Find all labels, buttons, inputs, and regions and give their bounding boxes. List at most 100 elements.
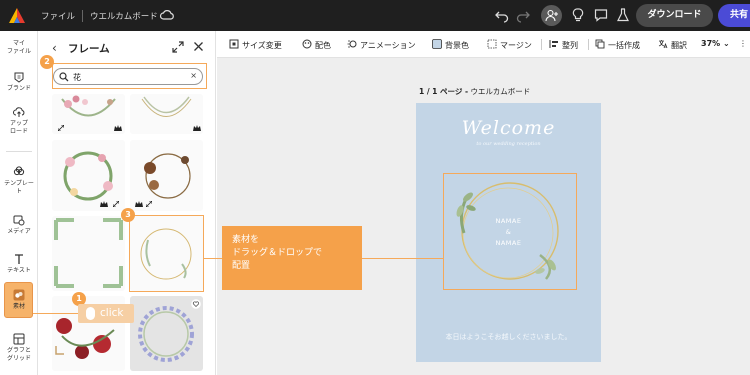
footer-message[interactable]: 本日はようこそお越しくださいました。 (416, 332, 601, 342)
frame-thumbnail[interactable] (52, 94, 125, 134)
divider (82, 10, 83, 22)
frame-thumbnail[interactable] (52, 216, 125, 291)
adobe-express-logo[interactable] (9, 8, 25, 23)
step-3-badge: 3 (121, 208, 135, 222)
rail-divider (6, 151, 32, 152)
invite-user-button[interactable] (541, 5, 562, 26)
bulk-create-tool[interactable]: 一括作成 (595, 39, 640, 51)
connector-line (362, 258, 443, 259)
callout-line: 素材を (232, 235, 260, 245)
instruction-callout: 素材を ドラッグ＆ドロップで 配置 (222, 226, 362, 290)
brand-icon (14, 72, 24, 83)
design-toolbar: サイズ変更 配色 アニメーション 背景色 マージン 整列 一括作成 翻訳 37%… (217, 31, 750, 58)
redo-icon[interactable] (515, 7, 531, 23)
expand-icon[interactable] (172, 41, 184, 53)
resize-label: サイズ変更 (242, 41, 282, 50)
cloud-icon (159, 7, 175, 23)
zoom-dropdown[interactable]: 37% ⌄ (701, 39, 730, 48)
animation-label: アニメーション (360, 41, 416, 50)
margin-tool[interactable]: マージン (487, 39, 532, 51)
align-icon (549, 40, 558, 48)
rail-label: マイ (12, 40, 25, 47)
animation-tool[interactable]: アニメーション (347, 39, 416, 51)
rail-label: ファイル (6, 48, 31, 55)
page-name: ウエルカムボード (470, 87, 531, 96)
translate-tool[interactable]: 翻訳 (658, 39, 687, 51)
file-menu[interactable]: ファイル (41, 10, 75, 22)
document-title[interactable]: ウエルカムボード (90, 10, 158, 22)
comment-icon[interactable] (593, 7, 609, 23)
chevron-down-icon: ⌄ (722, 39, 730, 48)
resize-icon (229, 39, 239, 49)
toolbar-divider (541, 39, 542, 50)
grid-icon (13, 333, 25, 345)
rail-label: グラフと (6, 347, 31, 354)
background-color-icon (432, 39, 442, 49)
share-button[interactable]: 共有 (718, 4, 750, 27)
click-indicator: click (78, 304, 134, 323)
background-tool[interactable]: 背景色 (432, 39, 469, 51)
back-arrow-icon[interactable]: ‹ (52, 41, 57, 55)
rail-item-text[interactable]: テキスト (0, 253, 38, 275)
rail-item-upload[interactable]: アップ ロード (0, 106, 38, 136)
welcome-heading[interactable]: Welcome (416, 117, 601, 139)
translate-icon (658, 40, 668, 49)
rail-label: 素材 (12, 303, 25, 310)
callout-line: 配置 (232, 261, 251, 271)
flask-icon[interactable] (615, 7, 631, 23)
rail-item-brand[interactable]: ブランド (0, 71, 38, 93)
subtitle-text[interactable]: to our wedding reception (416, 141, 601, 147)
rail-label: テキスト (7, 267, 31, 274)
rail-item-my-files[interactable]: マイ ファイル (0, 40, 38, 56)
align-label: 整列 (562, 41, 578, 50)
connector-line (203, 258, 222, 259)
rail-label: グリッド (6, 355, 31, 362)
connector-line (33, 313, 78, 314)
frame-thumbnail[interactable] (130, 94, 203, 134)
color-tool[interactable]: 配色 (302, 39, 331, 51)
selected-frame-highlight (129, 215, 204, 292)
toolbar-divider (588, 39, 589, 50)
align-tool[interactable]: 整列 (549, 39, 578, 51)
premium-crown-icon (114, 125, 122, 131)
step-2-badge: 2 (40, 55, 54, 69)
download-button[interactable]: ダウンロード (636, 4, 713, 27)
frame-thumbnail[interactable] (130, 296, 203, 371)
animation-icon (347, 40, 357, 48)
resize-icon (58, 125, 64, 131)
margin-label: マージン (500, 41, 532, 50)
palette-icon (302, 39, 312, 49)
page-number: 1 / 1 ページ - (419, 87, 469, 96)
frame-thumbnail[interactable] (52, 140, 125, 211)
template-icon (13, 166, 25, 176)
bulk-create-label: 一括作成 (608, 41, 640, 50)
media-icon (13, 215, 25, 226)
rail-item-graphs-grid[interactable]: グラフと グリッド (0, 333, 38, 363)
resize-tool[interactable]: サイズ変更 (229, 39, 282, 51)
lightbulb-icon[interactable] (570, 7, 586, 23)
rail-label: ブランド (6, 85, 31, 92)
premium-crown-icon (100, 201, 108, 207)
background-label: 背景色 (445, 41, 469, 50)
frame-thumbnail[interactable] (130, 140, 203, 211)
rail-item-elements[interactable]: 素材 (0, 289, 38, 311)
left-rail: マイ ファイル ブランド アップ ロード テンプレー ト メディア テキスト 素… (0, 31, 38, 375)
rail-label: アップ (9, 120, 28, 127)
more-options-icon[interactable]: ⋮ (739, 39, 747, 48)
rail-label: メディア (7, 228, 31, 235)
zoom-value: 37% (701, 39, 721, 48)
click-label: click (100, 307, 124, 319)
page-indicator: 1 / 1 ページ - ウエルカムボード (419, 86, 530, 97)
rail-item-media[interactable]: メディア (0, 214, 38, 236)
undo-icon[interactable] (494, 7, 510, 23)
color-label: 配色 (315, 41, 331, 50)
rail-item-templates[interactable]: テンプレー ト (0, 166, 38, 196)
premium-crown-icon (193, 125, 201, 131)
resize-icon (146, 201, 152, 207)
add-user-icon (545, 9, 558, 22)
rail-label: ト (15, 188, 22, 195)
translate-label: 翻訳 (671, 41, 687, 50)
heart-icon[interactable] (191, 299, 201, 309)
text-icon (15, 254, 23, 264)
close-icon[interactable] (193, 41, 204, 52)
